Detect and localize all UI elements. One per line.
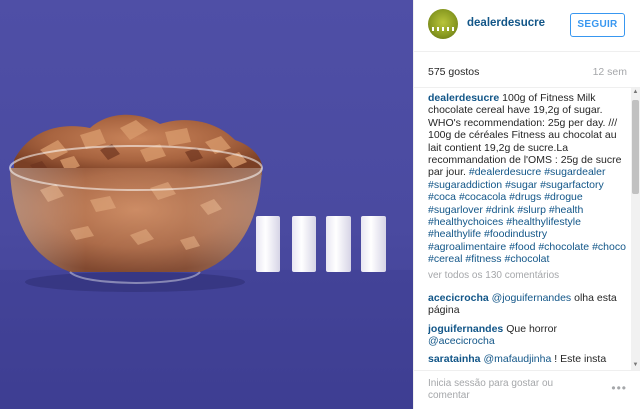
- hashtag-link[interactable]: #sugar: [505, 179, 537, 191]
- comment-mention[interactable]: @acecicrocha: [428, 335, 495, 347]
- hashtag-link[interactable]: #healthylife: [428, 228, 481, 240]
- avatar[interactable]: [428, 9, 458, 39]
- hashtag-link[interactable]: #cocacola: [459, 191, 506, 203]
- hashtag-link[interactable]: #healthychoices: [428, 216, 503, 228]
- load-more-comments[interactable]: ver todos os 130 comentários: [428, 270, 626, 286]
- comment-username[interactable]: joguifernandes: [428, 323, 503, 335]
- hashtag-link[interactable]: #drogue: [544, 191, 583, 203]
- caption-hashtags: #dealerdesucre #sugardealer #sugaraddict…: [428, 166, 626, 265]
- hashtag-link[interactable]: #sugardealer: [544, 166, 605, 178]
- more-horizontal-icon[interactable]: •••: [611, 381, 627, 395]
- scroll-up-icon[interactable]: ▲: [631, 88, 640, 97]
- cereal-bowl-and-sugar-cubes-image: [0, 114, 413, 409]
- post-stats: 575 gostos 12 sem: [414, 52, 640, 88]
- comments-scrollbar[interactable]: ▲ ▼: [631, 88, 640, 370]
- hashtag-link[interactable]: #slurp: [517, 204, 546, 216]
- sugar-cubes: [256, 216, 386, 272]
- hashtag-link[interactable]: #cereal: [428, 253, 462, 265]
- comment-text: Que horror: [506, 322, 557, 335]
- hashtag-link[interactable]: #sugarfactory: [540, 179, 604, 191]
- scroll-down-icon[interactable]: ▼: [631, 361, 640, 370]
- post-sidebar: dealerdesucre SEGUIR 575 gostos 12 sem d…: [413, 0, 640, 409]
- list-item: saratainha @mafaudjinha ! Este insta: [428, 353, 626, 365]
- hashtag-link[interactable]: #foodindustry: [484, 228, 547, 240]
- hashtag-link[interactable]: #dealerdesucre: [469, 166, 541, 178]
- comments-list: dealerdesucre 100g of Fitness Milk choco…: [428, 92, 626, 370]
- hashtag-link[interactable]: #chocolate: [538, 241, 589, 253]
- hashtag-link[interactable]: #chocolat: [504, 253, 549, 265]
- list-item: acecicrocha @joguifernandes olha esta pá…: [428, 292, 626, 317]
- likes-count[interactable]: 575 gostos: [428, 66, 479, 78]
- hashtag-link[interactable]: #food: [509, 241, 535, 253]
- post-header: dealerdesucre SEGUIR: [414, 0, 640, 52]
- hashtag-link[interactable]: #health: [549, 204, 583, 216]
- hashtag-link[interactable]: #choco: [592, 241, 626, 253]
- post-footer: Inicia sessão para gostar ou comentar ••…: [414, 370, 640, 409]
- follow-button[interactable]: SEGUIR: [570, 13, 625, 37]
- caption-username[interactable]: dealerdesucre: [428, 92, 499, 104]
- hashtag-link[interactable]: #sugarlover: [428, 204, 483, 216]
- comment-mention[interactable]: @mafaudjinha: [483, 353, 551, 365]
- comment-username[interactable]: saratainha: [428, 353, 481, 365]
- hashtag-link[interactable]: #healthylifestyle: [506, 216, 581, 228]
- post-photo[interactable]: [0, 0, 413, 409]
- hashtag-link[interactable]: #drugs: [509, 191, 541, 203]
- comment-text: ! Este insta: [554, 353, 607, 366]
- comment-mention[interactable]: @joguifernandes: [492, 292, 572, 304]
- hashtag-link[interactable]: #drink: [486, 204, 515, 216]
- hashtag-link[interactable]: #fitness: [465, 253, 501, 265]
- post-time[interactable]: 12 sem: [593, 66, 627, 78]
- list-item: joguifernandes Que horror @acecicrocha: [428, 323, 626, 348]
- caption: dealerdesucre 100g of Fitness Milk choco…: [428, 92, 626, 266]
- hashtag-link[interactable]: #sugaraddiction: [428, 179, 502, 191]
- login-prompt-link[interactable]: Inicia sessão para gostar ou comentar: [428, 378, 578, 402]
- hashtag-link[interactable]: #coca: [428, 191, 456, 203]
- comment-username[interactable]: acecicrocha: [428, 292, 489, 304]
- hashtag-link[interactable]: #agroalimentaire: [428, 241, 506, 253]
- scrollbar-thumb[interactable]: [632, 100, 639, 194]
- username-link[interactable]: dealerdesucre: [467, 17, 545, 29]
